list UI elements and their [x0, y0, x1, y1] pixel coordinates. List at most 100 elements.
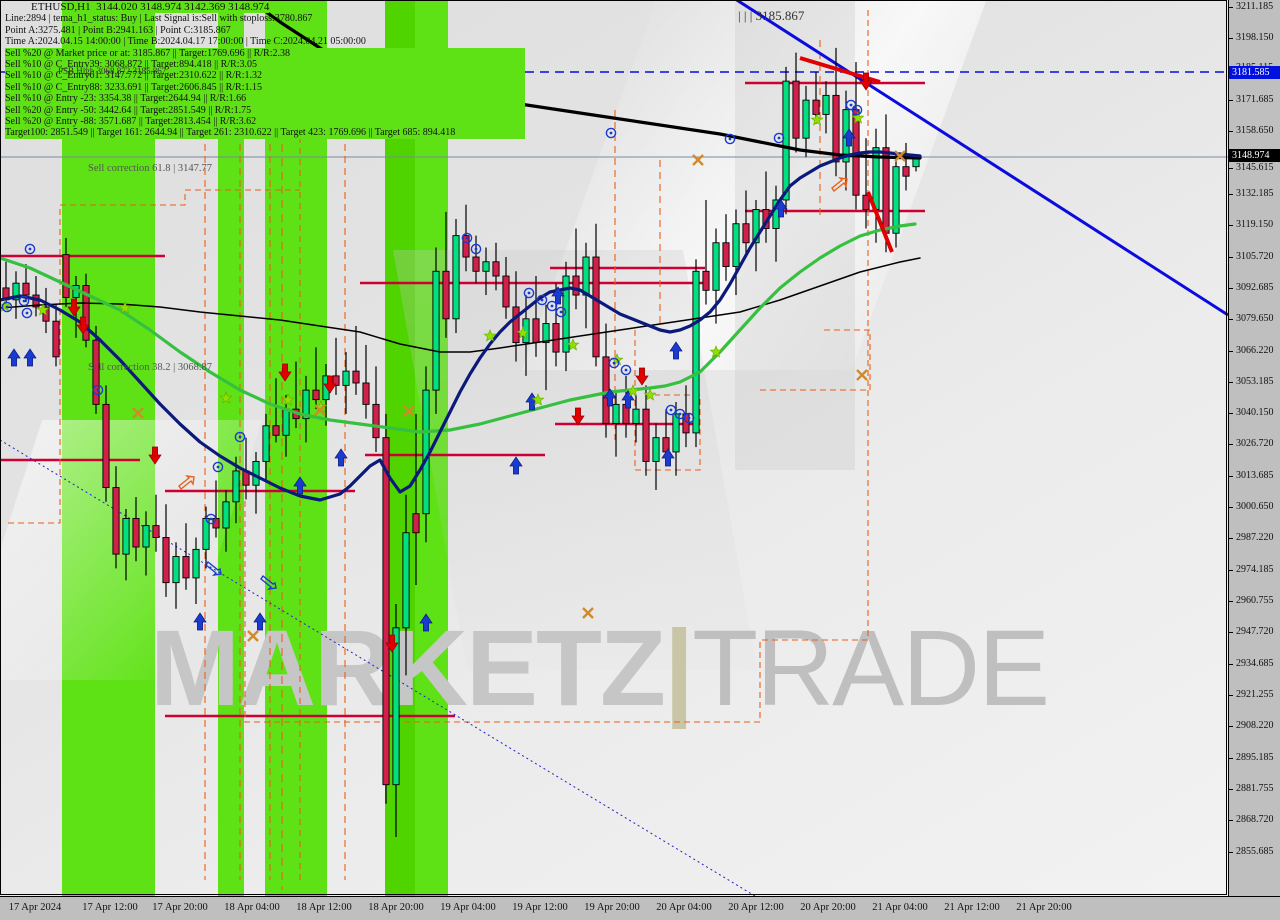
candle-body	[892, 166, 900, 234]
signal-circle-2-dot	[25, 311, 29, 315]
price-tick-15: 3013.685	[1229, 470, 1274, 481]
signal-circle-7-dot	[238, 435, 242, 439]
buy-arrow-5	[334, 448, 348, 467]
sell-arrow-2	[148, 446, 162, 465]
arrow-up-icon	[23, 348, 37, 367]
candle-body	[832, 94, 840, 163]
candle-body	[142, 525, 150, 548]
point-c-price-value: 3185.867	[755, 8, 805, 23]
info-line-2: Time A:2024.04.15 14:00:00 | Time B:2024…	[5, 36, 366, 48]
annotation-sell-correction-618: Sell correction 61.8 | 3147.77	[88, 163, 212, 174]
time-tick-1: 17 Apr 12:00	[82, 902, 138, 913]
signal-circle-16-dot	[669, 408, 673, 412]
annotation-point-c-price: | | | 3185.867	[738, 8, 805, 23]
candle-body	[442, 270, 450, 320]
info-line-0: Line:2894 | tema_h1_status: Buy | Last S…	[5, 13, 313, 25]
reversal-arrow-2	[260, 574, 277, 590]
signal-circle-18-dot	[687, 416, 691, 420]
candle-body	[742, 223, 750, 244]
candle-body	[902, 166, 910, 177]
candle-body	[652, 437, 660, 462]
symbol-label: ETHUSD	[31, 1, 75, 13]
candle-body	[642, 408, 650, 462]
candle-body	[232, 470, 240, 503]
price-axis[interactable]: 3211.1853198.1503185.1153171.6853158.650…	[1228, 0, 1280, 896]
candle-body	[122, 518, 130, 555]
signal-circle-13-dot	[559, 310, 563, 314]
candle-body	[222, 501, 230, 529]
cross-marker-7	[856, 369, 868, 381]
time-tick-10: 20 Apr 12:00	[728, 902, 784, 913]
price-tick-17: 2987.220	[1229, 532, 1274, 543]
arrow-up-icon	[253, 612, 267, 631]
candle-body	[552, 323, 560, 353]
signal-circle-6-dot	[209, 517, 213, 521]
time-tick-4: 18 Apr 12:00	[296, 902, 352, 913]
annotation-sell-correction-382: Sell correction 38.2 | 3068.87	[88, 362, 212, 373]
candle-body	[452, 235, 460, 320]
price-tick-20: 2947.720	[1229, 626, 1274, 637]
candle-body	[392, 627, 400, 786]
ohlc-values: 3144.020 3148.974 3142.369 3148.974	[96, 1, 270, 13]
price-tick-21: 2934.685	[1229, 658, 1274, 669]
trend-star-14	[810, 113, 824, 126]
candle-body	[262, 425, 270, 462]
candle-body	[592, 256, 600, 358]
signal-circle-12-dot	[550, 304, 554, 308]
price-tick-3: 3171.685	[1229, 94, 1274, 105]
info-line-10: Target100: 2851.549 || Target 161: 2644.…	[5, 127, 525, 139]
signal-circle-20-dot	[728, 137, 732, 141]
candle-body	[822, 94, 830, 115]
candle-body	[312, 389, 320, 401]
price-tag-current: 3148.974	[1229, 149, 1280, 162]
candle-body	[282, 408, 290, 436]
timeframe-label: H1	[77, 1, 91, 13]
signal-circle-4-dot	[96, 388, 100, 392]
candle-body	[582, 256, 590, 296]
time-tick-9: 20 Apr 04:00	[656, 902, 712, 913]
candle-body	[152, 525, 160, 538]
price-tag-signal: 3181.585	[1229, 66, 1280, 79]
candle-body	[692, 270, 700, 434]
time-tick-3: 18 Apr 04:00	[224, 902, 280, 913]
info-line-6: Sell %10 @ C_Entry88: 3233.691 || Target…	[5, 81, 525, 94]
cross-marker-0	[132, 407, 144, 419]
time-tick-14: 21 Apr 20:00	[1016, 902, 1072, 913]
buy-arrow-13	[669, 341, 683, 360]
candle-body	[402, 532, 410, 629]
candle-body	[532, 318, 540, 344]
candle-body	[812, 99, 820, 115]
time-tick-5: 18 Apr 20:00	[368, 902, 424, 913]
candle-body	[272, 425, 280, 436]
signal-circle-9-dot	[474, 247, 478, 251]
signal-circle-17-dot	[678, 412, 682, 416]
info-line-9: Sell %20 @ Entry -88: 3571.687 || Target…	[5, 116, 525, 128]
signal-circle-11-dot	[540, 298, 544, 302]
buy-arrow-0	[7, 348, 21, 367]
price-tick-10: 3079.650	[1229, 313, 1274, 324]
price-tick-11: 3066.220	[1229, 345, 1274, 356]
price-tick-26: 2868.720	[1229, 814, 1274, 825]
arrow-up-icon	[419, 613, 433, 632]
price-tick-22: 2921.255	[1229, 689, 1274, 700]
candle-body	[372, 403, 380, 439]
candle-body	[62, 254, 70, 298]
arrow-up-icon	[509, 456, 523, 475]
candle-body	[712, 242, 720, 291]
time-tick-11: 20 Apr 20:00	[800, 902, 856, 913]
candle-body	[722, 242, 730, 267]
price-tick-7: 3119.150	[1229, 219, 1273, 230]
trend-star-0	[0, 299, 12, 312]
ma-black-lower	[0, 257, 921, 353]
signal-circle-22-dot	[849, 103, 853, 107]
candle-body	[632, 408, 640, 424]
candle-body	[432, 270, 440, 391]
candle-body	[542, 323, 550, 344]
strategy-info-lines: Line:2894 | tema_h1_status: Buy | Last S…	[5, 13, 525, 139]
time-tick-0: 17 Apr 2024	[8, 902, 62, 913]
price-tick-9: 3092.685	[1229, 282, 1274, 293]
candle-body	[52, 320, 60, 358]
price-tick-1: 3198.150	[1229, 32, 1274, 43]
time-axis[interactable]: 17 Apr 2024 17 Apr 12:00 17 Apr 20:00 18 Ap…	[0, 896, 1280, 920]
info-line-7: Sell %10 @ Entry -23: 3354.38 || Target:…	[5, 93, 525, 105]
